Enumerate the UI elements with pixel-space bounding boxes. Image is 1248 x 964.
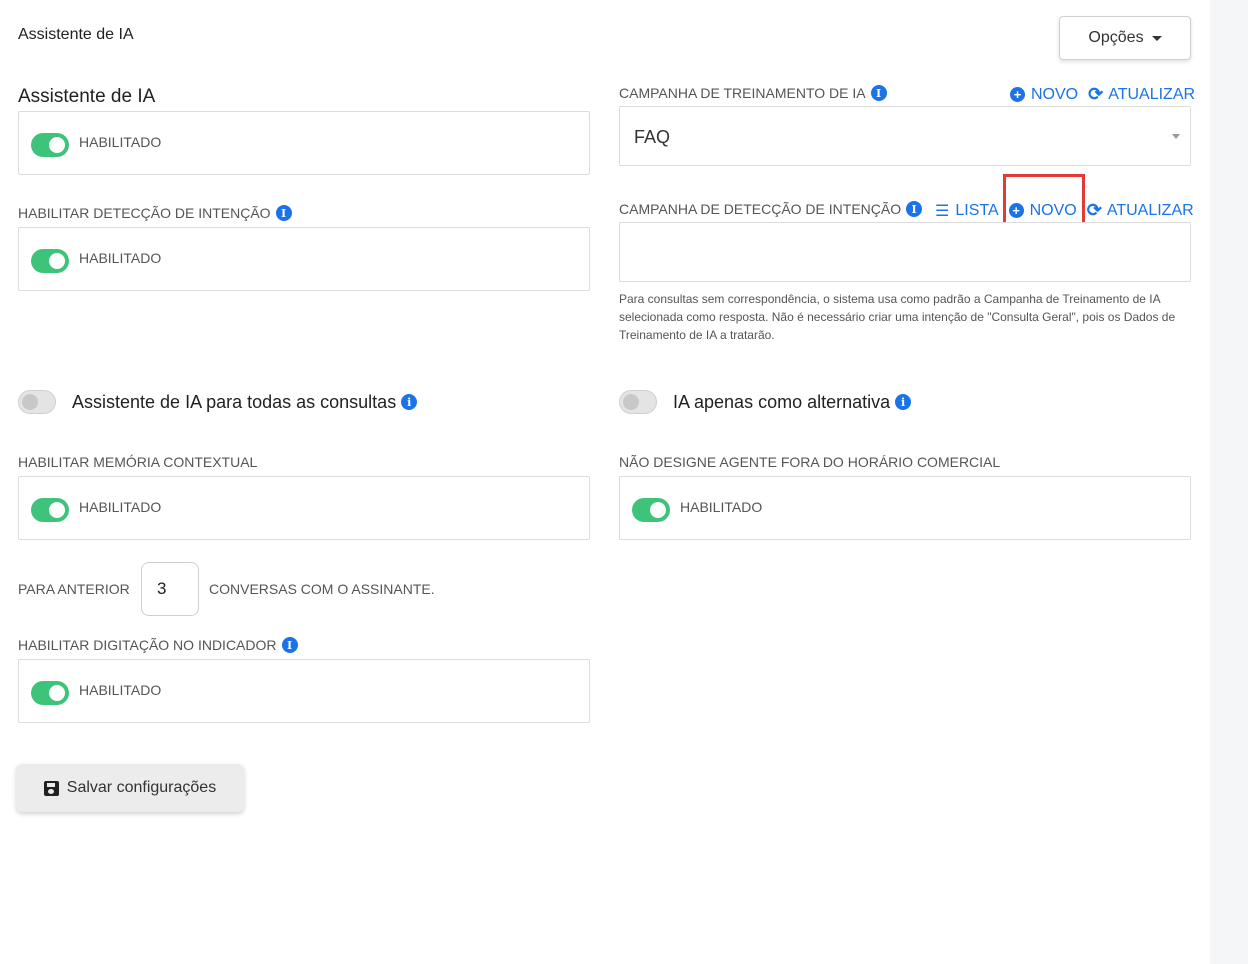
intent-campaign-label-text: CAMPANHA DE DETECÇÃO DE INTENÇÃO	[619, 201, 902, 217]
fallback-only-row: IA apenas como alternativa i	[619, 390, 912, 414]
intent-detection-toggle-text: HABILITADO	[79, 250, 162, 266]
no-agent-after-hours-toggle[interactable]	[632, 498, 670, 522]
fallback-only-toggle[interactable]	[619, 390, 657, 414]
typing-indicator-box: HABILITADO	[18, 659, 590, 723]
context-memory-label: HABILITAR MEMÓRIA CONTEXTUAL	[18, 454, 258, 470]
info-icon[interactable]: i	[906, 201, 923, 217]
info-icon[interactable]: i	[281, 637, 298, 653]
intent-refresh-label: ATUALIZAR	[1106, 201, 1194, 219]
training-campaign-label-text: CAMPANHA DE TREINAMENTO DE IA	[619, 85, 866, 101]
info-icon[interactable]: i	[870, 85, 887, 101]
intent-detection-label: HABILITAR DETECÇÃO DE INTENÇÃO i	[18, 205, 292, 221]
all-queries-row: Assistente de IA para todas as consultas…	[18, 390, 418, 414]
typing-indicator-label-text: HABILITAR DIGITAÇÃO NO INDICADOR	[18, 637, 277, 653]
no-agent-after-hours-toggle-text: HABILITADO	[680, 499, 763, 515]
caret-down-icon	[1151, 35, 1162, 41]
options-dropdown-button[interactable]: Opções	[1059, 16, 1191, 60]
intent-campaign-label: CAMPANHA DE DETECÇÃO DE INTENÇÃO i	[619, 201, 923, 217]
info-icon[interactable]: i	[275, 205, 292, 221]
intent-detection-toggle[interactable]	[31, 249, 69, 273]
intent-list-link[interactable]: ☰ LISTA	[935, 200, 999, 221]
intent-list-label: LISTA	[955, 201, 999, 219]
right-gutter	[1210, 0, 1248, 964]
section-title: Assistente de IA	[18, 86, 156, 107]
plus-circle-icon: +	[1010, 87, 1025, 102]
training-campaign-label: CAMPANHA DE TREINAMENTO DE IA i	[619, 85, 887, 101]
page-title: Assistente de IA	[18, 26, 134, 43]
assistant-toggle[interactable]	[31, 133, 69, 157]
training-campaign-actions: + NOVO ⟳ ATUALIZAR	[1010, 84, 1195, 105]
previous-count-input[interactable]: 3	[141, 562, 199, 616]
no-agent-after-hours-label: NÃO DESIGNE AGENTE FORA DO HORÁRIO COMER…	[619, 454, 1001, 470]
context-memory-toggle[interactable]	[31, 498, 69, 522]
training-campaign-selected: FAQ	[634, 127, 671, 147]
previous-suffix: CONVERSAS COM O ASSINANTE.	[209, 581, 435, 597]
save-settings-button[interactable]: Salvar configurações	[16, 764, 244, 812]
training-new-link[interactable]: + NOVO	[1010, 84, 1078, 105]
context-memory-toggle-text: HABILITADO	[79, 499, 162, 515]
assistant-toggle-text: HABILITADO	[79, 134, 162, 150]
intent-detection-box: HABILITADO	[18, 227, 590, 291]
intent-campaign-select[interactable]	[619, 222, 1191, 282]
intent-campaign-help: Para consultas sem correspondência, o si…	[619, 292, 1176, 342]
training-refresh-label: ATUALIZAR	[1108, 85, 1196, 103]
all-queries-toggle[interactable]	[18, 390, 56, 414]
select-caret-icon	[1172, 134, 1180, 139]
fallback-only-label: IA apenas como alternativa	[673, 391, 891, 412]
context-memory-box: HABILITADO	[18, 476, 590, 540]
all-queries-label: Assistente de IA para todas as consultas	[72, 391, 397, 412]
refresh-icon: ⟳	[1086, 200, 1102, 220]
training-refresh-link[interactable]: ⟳ ATUALIZAR	[1088, 84, 1195, 105]
save-settings-label: Salvar configurações	[66, 779, 217, 796]
refresh-icon: ⟳	[1088, 84, 1104, 104]
typing-indicator-label: HABILITAR DIGITAÇÃO NO INDICADOR i	[18, 637, 298, 653]
intent-refresh-link[interactable]: ⟳ ATUALIZAR	[1087, 200, 1194, 221]
training-campaign-select[interactable]: FAQ	[619, 106, 1191, 166]
info-icon[interactable]: i	[895, 394, 912, 410]
no-agent-after-hours-box: HABILITADO	[619, 476, 1191, 540]
list-icon: ☰	[935, 202, 950, 220]
options-label: Opções	[1088, 29, 1144, 46]
save-disk-icon	[43, 780, 59, 796]
assistant-toggle-box: HABILITADO	[18, 111, 590, 175]
previous-prefix: PARA ANTERIOR	[18, 581, 130, 597]
training-new-label: NOVO	[1031, 85, 1079, 103]
typing-indicator-toggle[interactable]	[31, 681, 69, 705]
typing-indicator-toggle-text: HABILITADO	[79, 682, 162, 698]
info-icon[interactable]: i	[401, 394, 418, 410]
intent-detection-label-text: HABILITAR DETECÇÃO DE INTENÇÃO	[18, 205, 271, 221]
